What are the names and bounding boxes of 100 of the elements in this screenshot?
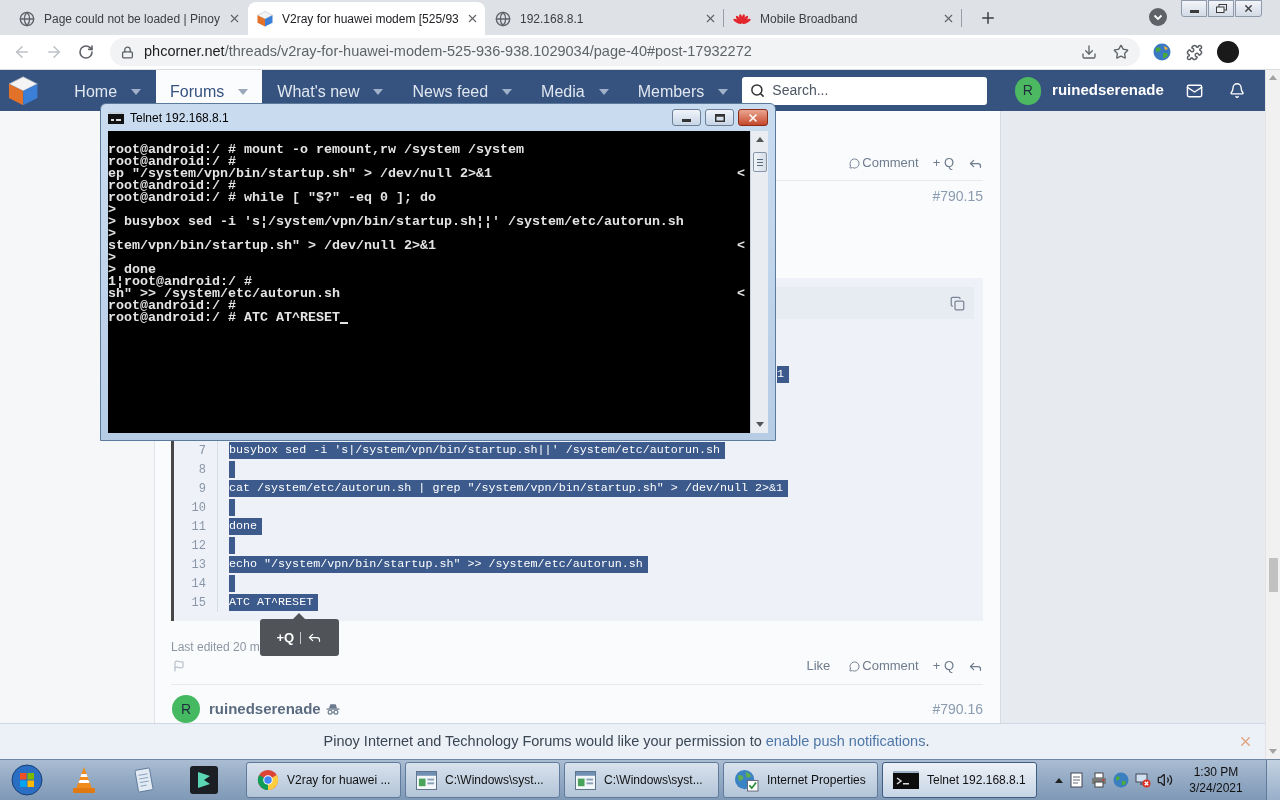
nav-tab[interactable]: Media xyxy=(527,70,623,103)
colored-globe-icon[interactable] xyxy=(1153,43,1171,61)
app-tile-icon[interactable] xyxy=(190,766,218,794)
nav-tab[interactable]: Forums xyxy=(156,70,263,103)
notepad-icon[interactable] xyxy=(133,766,155,794)
console-line: > xyxy=(108,228,116,240)
console-line: > done xyxy=(108,264,156,276)
browser-tab[interactable]: 192.168.8.1 xyxy=(486,2,723,35)
line-number: 10 xyxy=(191,499,206,517)
cube-logo-icon[interactable] xyxy=(8,74,39,107)
close-icon xyxy=(747,111,759,124)
user-avatar[interactable]: R xyxy=(1014,76,1042,105)
petal-logo-icon xyxy=(733,12,751,25)
nav-tab[interactable]: Home xyxy=(60,70,156,103)
caret-icon xyxy=(238,89,249,95)
puzzle-icon xyxy=(1185,43,1203,61)
network-error-icon[interactable] xyxy=(1135,772,1151,788)
console-line: > xyxy=(108,252,116,264)
traffic-cone-icon[interactable] xyxy=(72,766,96,794)
download-icon xyxy=(1081,44,1097,60)
terminal-icon xyxy=(893,771,919,789)
window-title: Telnet 192.168.8.1 xyxy=(130,109,229,127)
maximize-button[interactable] xyxy=(1208,0,1234,17)
overflow-marker: < xyxy=(737,240,745,252)
scroll-up-icon[interactable] xyxy=(755,137,764,142)
comment-button[interactable]: Comment xyxy=(849,656,919,676)
show-desktop-button[interactable] xyxy=(1266,760,1280,800)
user-name[interactable]: ruinedserenade xyxy=(1052,79,1164,102)
nav-tab[interactable]: What's new xyxy=(263,70,398,103)
browser-tab[interactable]: V2ray for huawei modem [525/93 xyxy=(248,2,485,35)
taskbar-button[interactable]: Internet Properties xyxy=(723,762,878,798)
nav-tab[interactable]: Members xyxy=(623,70,743,103)
author-name[interactable]: ruinedserenade xyxy=(209,697,321,721)
cube-logo-icon xyxy=(257,10,273,27)
clock-time: 1:30 PM xyxy=(1193,764,1239,780)
maximize-icon xyxy=(714,113,725,122)
nav-tab[interactable]: News feed xyxy=(398,70,527,103)
overflow-marker: < xyxy=(737,288,745,300)
console-line: root@android:/ # xyxy=(108,300,236,312)
minimize-icon xyxy=(1189,9,1199,13)
search-field[interactable]: Search... xyxy=(742,76,987,105)
console-line: root@android:/ # while [ "$?" -eq 0 ]; do xyxy=(108,192,436,204)
caret-icon xyxy=(598,89,609,95)
like-button[interactable]: Like xyxy=(806,656,831,676)
line-number: 7 xyxy=(198,442,206,460)
scrollbar-thumb[interactable] xyxy=(752,152,767,172)
console-line: root@android:/ # xyxy=(108,156,236,168)
scrollbar-thumb[interactable] xyxy=(1268,558,1278,592)
search-icon xyxy=(750,83,766,98)
address-field[interactable]: phcorner.net/threads/v2ray-for-huawei-modem-525-936-938.1029034/page-40#post-17932272 xyxy=(110,38,1140,66)
window-icon xyxy=(575,770,596,790)
console-line: 1¦root@android:/ # xyxy=(108,276,252,288)
code-line-fragment: 1 xyxy=(777,366,789,383)
taskbar-button[interactable]: C:\Windows\syst... xyxy=(405,762,560,798)
start-orb-icon[interactable] xyxy=(11,764,43,796)
caret-icon xyxy=(718,89,729,95)
star-icon xyxy=(1113,44,1129,60)
close-window-button[interactable] xyxy=(1235,0,1262,17)
minimize-button[interactable] xyxy=(672,109,701,126)
forward-arrow-icon xyxy=(45,43,63,61)
console-line: stem/vpn/bin/startup.sh" > /dev/null 2>&1 xyxy=(108,240,436,252)
line-number: 13 xyxy=(191,556,206,574)
tray-arrow-icon[interactable] xyxy=(1055,777,1063,783)
tab-search-icon[interactable] xyxy=(1149,8,1167,26)
line-number: 12 xyxy=(191,537,206,555)
browser-tab[interactable]: Mobile Broadband xyxy=(724,2,961,35)
close-button[interactable] xyxy=(738,109,768,126)
taskbar-button[interactable]: C:\Windows\syst... xyxy=(564,762,719,798)
maximize-button[interactable] xyxy=(705,109,734,126)
printer-icon[interactable] xyxy=(1091,772,1107,788)
globe-icon xyxy=(495,10,511,27)
minimize-icon xyxy=(682,118,691,122)
quote-button[interactable]: + Q xyxy=(932,656,954,676)
console-line: root@android:/ # xyxy=(108,180,236,192)
document-icon[interactable] xyxy=(1069,772,1085,788)
quote-button[interactable]: + Q xyxy=(932,153,954,173)
minimize-button[interactable] xyxy=(1181,0,1207,17)
console-line: root@android:/ # mount -o remount,rw /system /system xyxy=(108,144,524,156)
console-line: ep "/system/vpn/bin/startup.sh" > /dev/null 2>&1 xyxy=(108,168,492,180)
line-number: 11 xyxy=(191,518,206,536)
bell-icon[interactable] xyxy=(1228,82,1245,99)
copy-icon[interactable] xyxy=(950,295,965,311)
scroll-down-icon[interactable] xyxy=(755,422,764,427)
console-line: root@android:/ # ATC AT^RESET xyxy=(108,312,340,324)
comment-button[interactable]: Comment xyxy=(849,153,919,173)
console-line: sh" >> /system/etc/autorun.sh xyxy=(108,288,340,300)
post-number: #790.15 xyxy=(932,187,983,206)
quote-button[interactable]: +Q xyxy=(276,627,295,648)
overflow-marker: < xyxy=(737,168,745,180)
taskbar-button[interactable]: V2ray for huawei ... xyxy=(246,762,401,798)
close-icon xyxy=(1243,3,1254,14)
taskbar-button[interactable]: Telnet 192.168.8.1 xyxy=(882,762,1037,798)
speaker-icon[interactable] xyxy=(1157,772,1173,788)
line-number: 15 xyxy=(191,594,206,612)
caret-icon xyxy=(131,89,142,95)
enable-notifications-link[interactable]: enable push notifications xyxy=(765,732,926,749)
speech-bubble-icon xyxy=(849,157,861,169)
profile-avatar[interactable] xyxy=(1217,41,1239,63)
browser-tab[interactable]: Page could not be loaded | Pinoy xyxy=(10,2,247,35)
reload-icon xyxy=(78,44,94,60)
